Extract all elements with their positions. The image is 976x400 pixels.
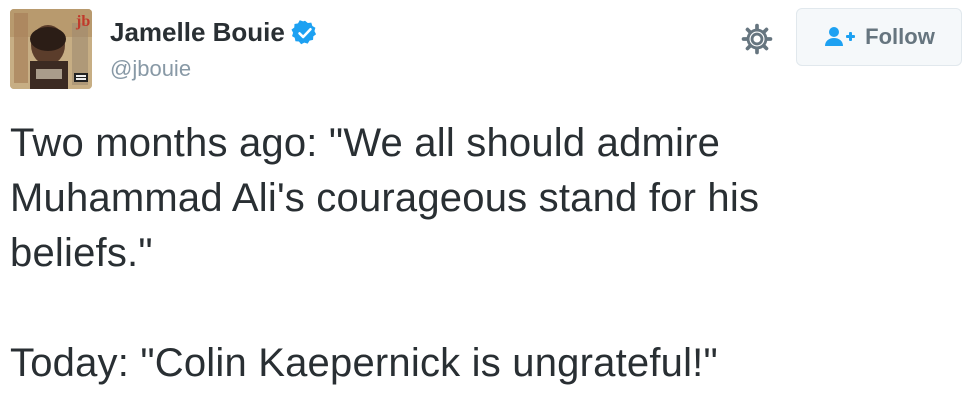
add-user-icon — [823, 24, 857, 50]
follow-label: Follow — [865, 24, 935, 49]
tweet-line: Muhammad Ali's courageous stand for his — [10, 176, 760, 220]
avatar-image: jb — [10, 9, 92, 89]
tweet-line: beliefs." — [10, 231, 153, 275]
tweet-card: jb Jamelle Bouie @jbouie Follow Two mont… — [0, 0, 976, 400]
tweet-text: Two months ago: "We all should admire Mu… — [10, 116, 960, 391]
author-name[interactable]: Jamelle Bouie — [110, 17, 285, 48]
gear-icon[interactable] — [740, 22, 774, 56]
avatar[interactable]: jb — [10, 9, 92, 89]
tweet-line: Today: "Colin Kaepernick is ungrateful!" — [10, 341, 718, 385]
svg-text:jb: jb — [75, 13, 90, 30]
verified-badge-icon — [291, 19, 319, 47]
follow-button[interactable]: Follow — [796, 8, 962, 66]
tweet-line: Two months ago: "We all should admire — [10, 121, 721, 165]
author-name-row[interactable]: Jamelle Bouie — [110, 17, 319, 48]
author-handle[interactable]: @jbouie — [110, 56, 191, 82]
